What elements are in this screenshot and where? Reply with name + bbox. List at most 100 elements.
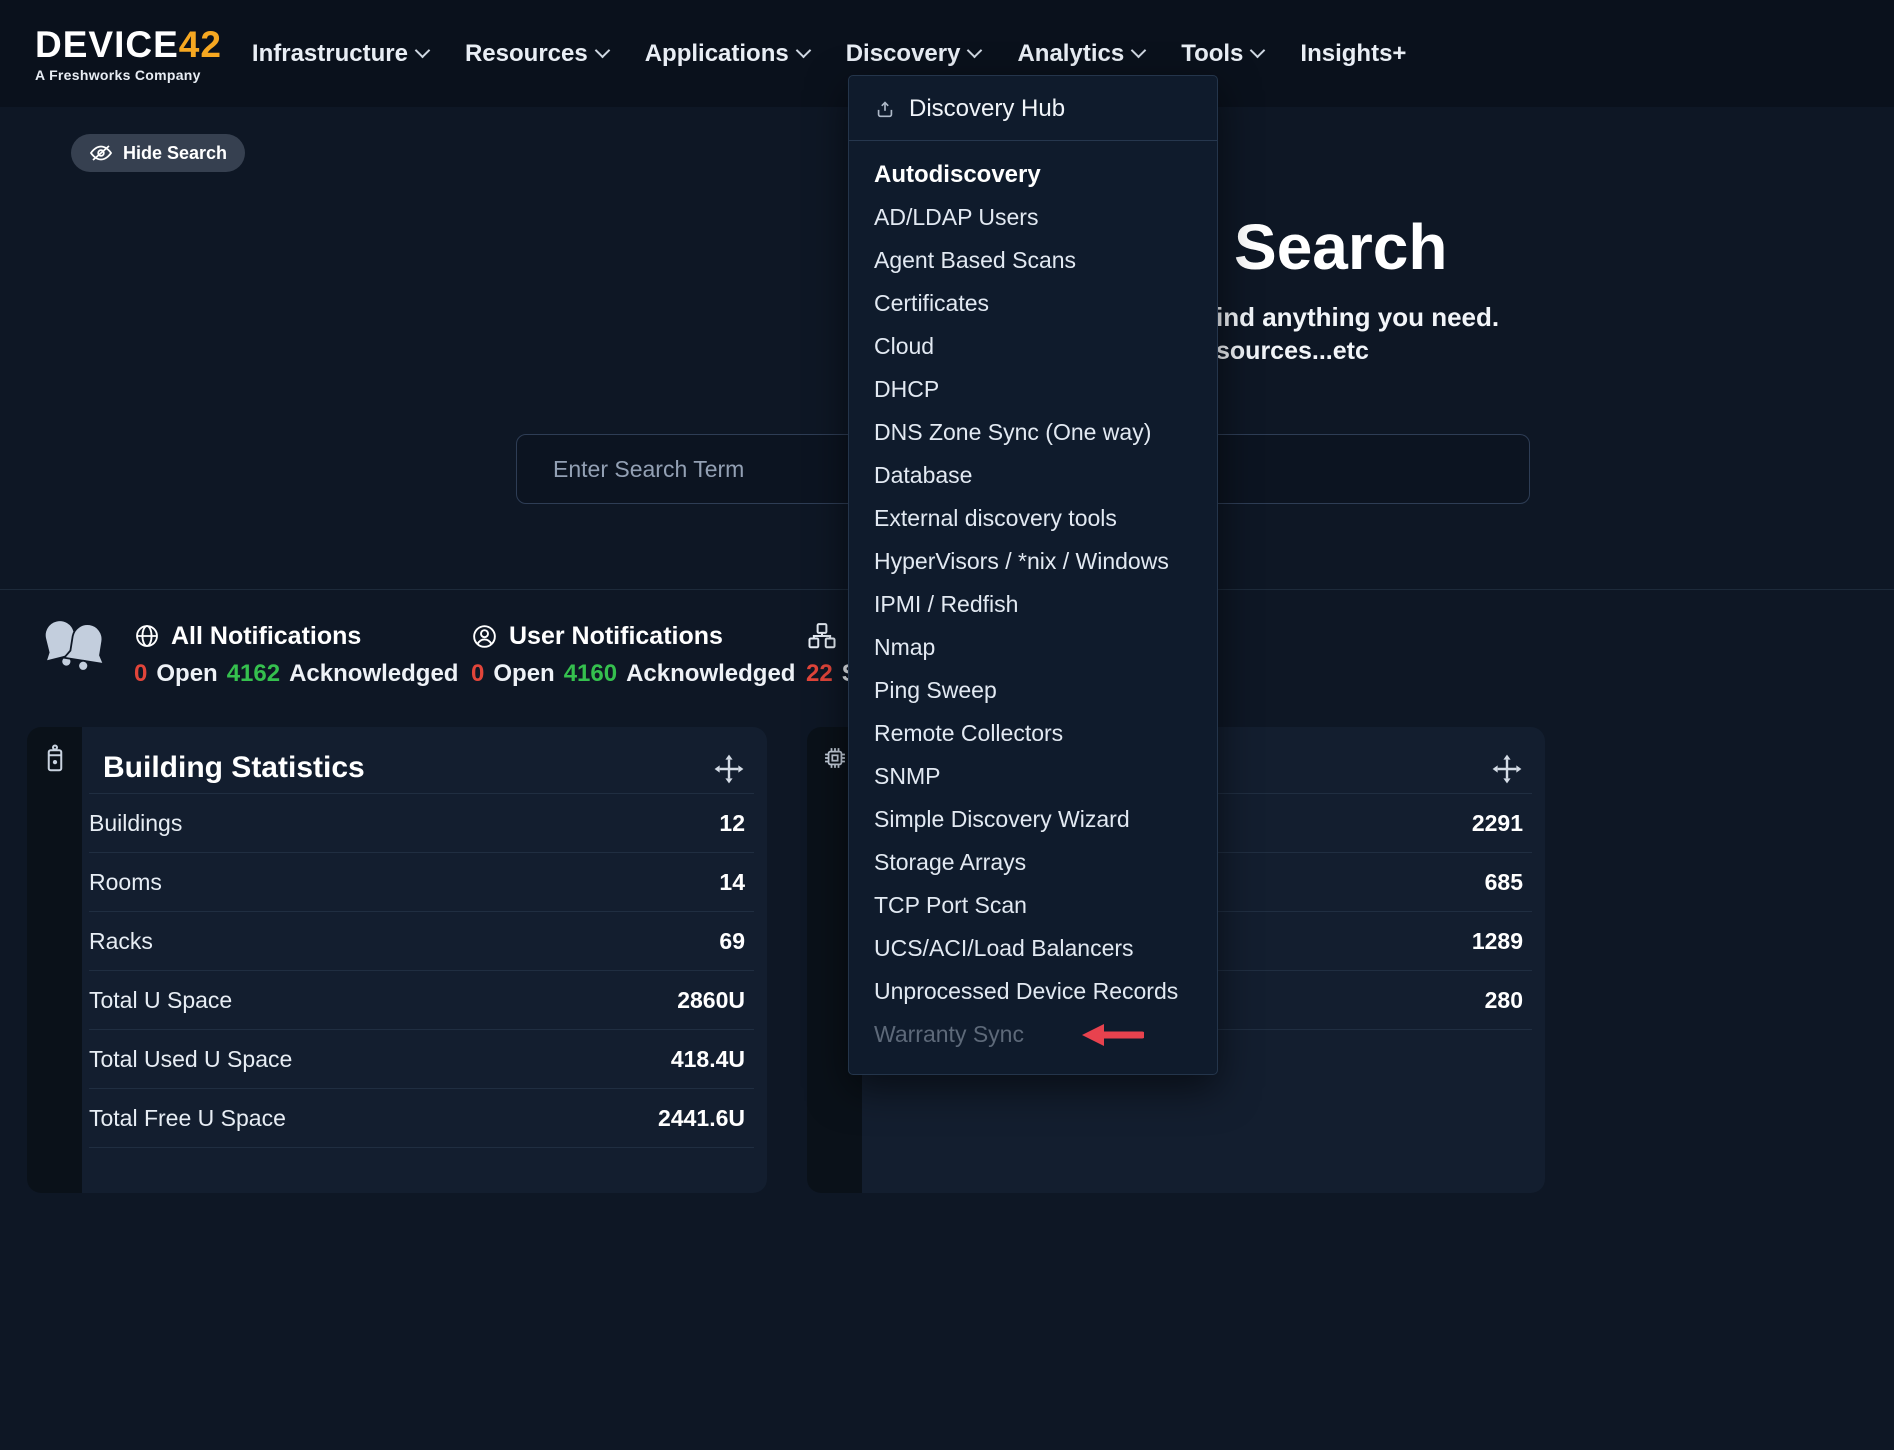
table-row: Rooms 14 <box>89 853 754 912</box>
globe-icon <box>134 623 160 649</box>
row-label: Racks <box>89 928 153 955</box>
acknowledged-label: Acknowledged <box>626 660 795 688</box>
brand-name-e: E <box>153 24 179 65</box>
brand-logo-text: DEVICE42 <box>35 26 222 63</box>
nav-item-label: Insights+ <box>1300 40 1406 68</box>
menu-item[interactable]: HyperVisors / *nix / Windows <box>849 540 1217 583</box>
row-value: 280 <box>1485 987 1532 1014</box>
chevron-down-icon <box>1250 43 1266 59</box>
menu-item[interactable]: Certificates <box>849 282 1217 325</box>
user-notifications-title[interactable]: User Notifications <box>509 622 723 651</box>
nav-item-label: Resources <box>465 40 588 68</box>
card-title: Building Statistics <box>103 751 365 785</box>
nav-item[interactable]: Infrastructure <box>252 40 428 68</box>
building-statistics-table: Buildings 12 Rooms 14 Racks 69 Total U S… <box>89 793 754 1148</box>
chevron-down-icon <box>795 43 811 59</box>
chevron-down-icon <box>967 43 983 59</box>
discovery-hub-label: Discovery Hub <box>909 95 1065 123</box>
menu-item[interactable]: Ping Sweep <box>849 669 1217 712</box>
menu-item[interactable]: DNS Zone Sync (One way) <box>849 411 1217 454</box>
row-label: Buildings <box>89 810 182 837</box>
menu-item[interactable]: Unprocessed Device Records <box>849 970 1217 1013</box>
nav-item[interactable]: Discovery <box>846 40 981 68</box>
brand-subtitle: A Freshworks Company <box>35 68 222 82</box>
search-subtext-line1: ind anything you need. <box>1216 302 1499 333</box>
hide-search-label: Hide Search <box>123 143 227 164</box>
menu-item-discovery-hub[interactable]: Discovery Hub <box>849 87 1217 131</box>
row-value: 2441.6U <box>658 1105 754 1132</box>
user-icon <box>471 623 498 650</box>
building-statistics-card: Building Statistics Buildings 12 Rooms 1… <box>27 727 767 1193</box>
row-value: 2860U <box>677 987 754 1014</box>
menu-item-warranty-sync[interactable]: Warranty Sync <box>849 1013 1217 1056</box>
brand-logo[interactable]: DEVICE42 A Freshworks Company <box>35 26 222 82</box>
row-value: 14 <box>719 869 754 896</box>
menu-items: AD/LDAP Users Agent Based Scans Certific… <box>849 196 1217 1013</box>
menu-item[interactable]: Nmap <box>849 626 1217 669</box>
acknowledged-count: 4160 <box>564 660 617 688</box>
menu-item[interactable]: Storage Arrays <box>849 841 1217 884</box>
open-label: Open <box>493 660 554 688</box>
annotation-arrow-left-icon <box>1082 1023 1144 1052</box>
move-handle-icon[interactable] <box>1491 753 1523 790</box>
row-value: 685 <box>1485 869 1532 896</box>
row-value: 69 <box>719 928 754 955</box>
user-notifications: User Notifications 0 Open 4160 Acknowled… <box>471 620 795 688</box>
menu-item[interactable]: IPMI / Redfish <box>849 583 1217 626</box>
menu-item[interactable]: DHCP <box>849 368 1217 411</box>
menu-item[interactable]: AD/LDAP Users <box>849 196 1217 239</box>
table-row: Buildings 12 <box>89 794 754 853</box>
menu-item[interactable]: Cloud <box>849 325 1217 368</box>
menu-item[interactable]: Simple Discovery Wizard <box>849 798 1217 841</box>
chevron-down-icon <box>594 43 610 59</box>
discovery-dropdown-menu: Discovery Hub Autodiscovery AD/LDAP User… <box>848 75 1218 1075</box>
discovery-hub-icon <box>874 98 896 120</box>
nav-item[interactable]: Analytics <box>1017 40 1144 68</box>
row-label: Total U Space <box>89 987 232 1014</box>
row-value: 12 <box>719 810 754 837</box>
menu-item[interactable]: UCS/ACI/Load Balancers <box>849 927 1217 970</box>
all-notifications-counts: 0 Open 4162 Acknowledged <box>134 660 458 688</box>
acknowledged-count: 4162 <box>227 660 280 688</box>
menu-item[interactable]: TCP Port Scan <box>849 884 1217 927</box>
device42-dashboard: DEVICE42 A Freshworks Company Infrastruc… <box>0 0 1894 1450</box>
menu-item[interactable]: Database <box>849 454 1217 497</box>
menu-item[interactable]: External discovery tools <box>849 497 1217 540</box>
chevron-down-icon <box>1131 43 1147 59</box>
menu-item[interactable]: Remote Collectors <box>849 712 1217 755</box>
card-strip <box>27 727 82 1193</box>
nav-item[interactable]: Resources <box>465 40 608 68</box>
hide-search-button[interactable]: Hide Search <box>71 134 245 172</box>
table-row: Total U Space 2860U <box>89 971 754 1030</box>
main-nav: Infrastructure Resources Applications Di… <box>252 40 1407 68</box>
row-label: Total Used U Space <box>89 1046 292 1073</box>
table-row: Total Free U Space 2441.6U <box>89 1089 754 1148</box>
nav-item[interactable]: Tools <box>1181 40 1263 68</box>
search-subtext-line2: sources...etc <box>1216 337 1369 366</box>
open-count: 0 <box>134 660 147 688</box>
nav-item-label: Tools <box>1181 40 1243 68</box>
open-label: Open <box>156 660 217 688</box>
menu-item[interactable]: Agent Based Scans <box>849 239 1217 282</box>
nav-item-label: Infrastructure <box>252 40 408 68</box>
nav-item[interactable]: Applications <box>645 40 809 68</box>
user-notifications-counts: 0 Open 4160 Acknowledged <box>471 660 795 688</box>
services-icon <box>806 621 838 651</box>
search-page-title: Search <box>1234 210 1447 284</box>
table-row: Total Used U Space 418.4U <box>89 1030 754 1089</box>
bell-icon <box>36 608 112 691</box>
nav-item[interactable]: Insights+ <box>1300 40 1406 68</box>
row-value: 418.4U <box>671 1046 754 1073</box>
nav-item-label: Applications <box>645 40 789 68</box>
chevron-down-icon <box>415 43 431 59</box>
building-icon <box>42 744 68 774</box>
nav-item-label: Analytics <box>1017 40 1124 68</box>
menu-item[interactable]: SNMP <box>849 755 1217 798</box>
acknowledged-label: Acknowledged <box>289 660 458 688</box>
all-notifications-title[interactable]: All Notifications <box>171 622 361 651</box>
brand-name-accent: 42 <box>179 24 222 65</box>
row-value: 2291 <box>1472 810 1532 837</box>
brand-name: DEVIC <box>35 24 153 65</box>
eye-off-icon <box>89 143 113 163</box>
move-handle-icon[interactable] <box>713 753 745 790</box>
